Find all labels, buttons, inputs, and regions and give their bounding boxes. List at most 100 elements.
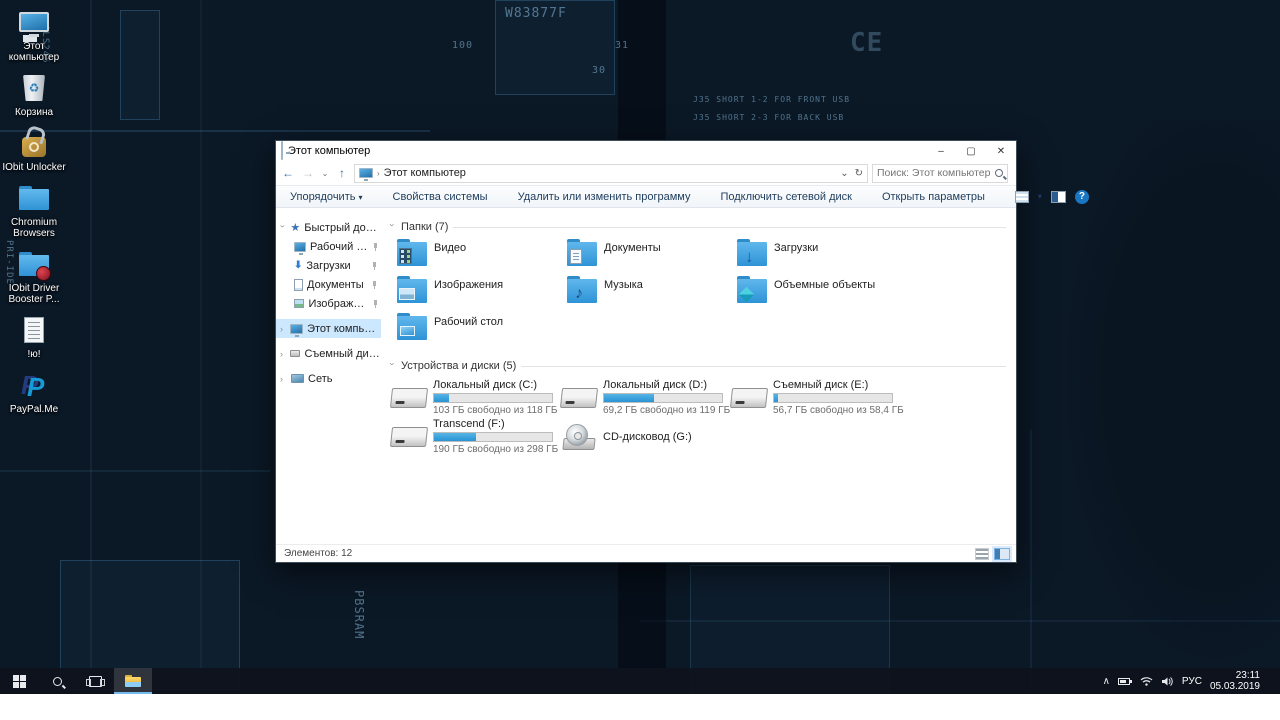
desktop-icon-label: !ю! [27,349,40,360]
group-collapse-chevron-icon[interactable]: › [388,363,398,370]
sidebar-item-pictures[interactable]: Изображения [276,294,381,313]
sidebar-item-documents[interactable]: Документы [276,275,381,294]
folder-tile-3d-objects[interactable]: Объемные объекты [729,276,899,313]
desktop: W83877F CE J35 SHORT 1-2 FOR FRONT USB J… [0,0,1280,694]
recent-locations-chevron[interactable]: ⌄ [320,169,330,178]
desktop-icon-label: IObit Unlocker [2,162,65,173]
expand-chevron-icon[interactable]: › [278,224,288,230]
search-box[interactable] [872,164,1008,183]
help-icon[interactable]: ? [1075,190,1089,204]
close-button[interactable]: ✕ [986,141,1016,161]
desktop-icon-driver-booster[interactable]: IObit Driver Booster P... [2,248,66,305]
wallpaper-num-30: 30 [592,65,606,76]
wallpaper-usb-text-2: J35 SHORT 2-3 FOR BACK USB [693,113,844,122]
drive-tile-f[interactable]: Transcend (F:) 190 ГБ свободно из 298 ГБ [389,417,559,456]
computer-icon [17,6,51,38]
hard-drive-icon [390,388,428,408]
volume-icon[interactable] [1161,676,1174,687]
this-pc-icon [290,324,303,334]
taskbar-clock[interactable]: 23:11 05.03.2019 [1210,670,1264,692]
title-bar[interactable]: Этот компьютер – ▢ ✕ [276,141,1016,161]
wallpaper-usb-text-1: J35 SHORT 1-2 FOR FRONT USB [693,95,850,104]
sidebar-item-network[interactable]: › Сеть [276,369,381,388]
details-view-icon[interactable] [975,548,989,560]
desktop-icon-recycle-bin[interactable]: ♻ Корзина [2,72,66,118]
folder-tile-music[interactable]: ♪ Музыка [559,276,729,313]
up-button[interactable]: ↑ [334,166,350,180]
desktop-icon-label: IObit Driver Booster P... [2,283,66,305]
drive-tile-d[interactable]: Локальный диск (D:) 69,2 ГБ свободно из … [559,378,729,417]
search-icon[interactable] [995,169,1003,177]
group-collapse-chevron-icon[interactable]: › [388,224,398,231]
change-view-icon[interactable] [1015,191,1029,203]
back-button[interactable]: ← [280,166,296,180]
folders-group-header[interactable]: › Папки (7) [389,218,1016,236]
desktop-icon-this-pc[interactable]: Этот компьютер [2,6,66,63]
drive-tile-c[interactable]: Локальный диск (C:) 103 ГБ свободно из 1… [389,378,559,417]
taskbar-explorer-button[interactable] [114,668,152,694]
map-network-drive-button[interactable]: Подключить сетевой диск [720,191,851,203]
open-settings-button[interactable]: Открыть параметры [882,191,985,203]
desktop-icon-iobit-unlocker[interactable]: IObit Unlocker [2,127,66,173]
task-view-button[interactable] [76,668,114,694]
refresh-icon[interactable]: ↻ [855,168,863,179]
desktop-folder-icon [397,313,427,340]
folder-tile-desktop[interactable]: Рабочий стол [389,313,559,350]
address-dropdown-chevron[interactable]: ⌄ [840,168,848,179]
taskbar-search-button[interactable] [38,668,76,694]
sidebar-item-removable-disk[interactable]: › Съемный диск (E:) [276,344,381,363]
maximize-button[interactable]: ▢ [956,141,986,161]
preview-pane-icon[interactable] [1051,191,1066,203]
status-bar: Элементов: 12 [276,544,1016,562]
folder-tile-pictures[interactable]: Изображения [389,276,559,313]
battery-icon[interactable] [1118,676,1132,686]
system-properties-button[interactable]: Свойства системы [393,191,488,203]
start-button[interactable] [0,668,38,694]
video-folder-icon [397,239,427,266]
forward-button[interactable]: → [300,166,316,180]
folder-tile-downloads[interactable]: ↓ Загрузки [729,239,899,276]
minimize-button[interactable]: – [926,141,956,161]
wallpaper-num-31: 31 [615,40,629,51]
devices-group-header[interactable]: › Устройства и диски (5) [389,357,1016,375]
hidden-icons-chevron[interactable]: ∧ [1103,676,1110,687]
uninstall-program-button[interactable]: Удалить или изменить программу [518,191,691,203]
sidebar-item-this-pc[interactable]: › Этот компьютер [276,319,381,338]
removable-drive-icon [730,388,768,408]
wifi-icon[interactable] [1140,676,1153,686]
pictures-icon [294,299,304,308]
desktop-icon-list: Этот компьютер ♻ Корзина IObit Unlocker … [2,6,66,415]
desktop-icon-paypal-me[interactable]: PP PayPal.Me [2,369,66,415]
sidebar-item-quick-access[interactable]: › ★ Быстрый доступ [276,218,381,237]
task-view-icon [89,676,102,687]
desktop-icon-chromium-browsers[interactable]: Chromium Browsers [2,182,66,239]
folder-tile-video[interactable]: Видео [389,239,559,276]
folder-tile-documents[interactable]: Документы [559,239,729,276]
collapse-chevron-icon[interactable]: › [280,324,286,334]
search-input[interactable] [877,167,995,179]
drive-tile-g[interactable]: CD-дисковод (G:) [559,417,729,456]
collapse-chevron-icon[interactable]: › [280,374,287,384]
address-field[interactable]: › Этот компьютер ⌄ ↻ [354,164,868,183]
sidebar-item-downloads[interactable]: ⬇ Загрузки [276,256,381,275]
change-view-chevron[interactable]: ▾ [1038,192,1042,201]
navigation-pane: › ★ Быстрый доступ Рабочий стол ⬇ Загруз… [276,208,381,544]
wallpaper-chip-label: W83877F [505,6,567,21]
pin-icon [371,243,378,251]
organize-menu[interactable]: Упорядочить ▾ [290,191,363,203]
items-count: Элементов: 12 [284,548,352,559]
collapse-chevron-icon[interactable]: › [280,349,286,359]
desktop-icon-text-file[interactable]: !ю! [2,314,66,360]
breadcrumb-path[interactable]: Этот компьютер [384,167,466,179]
sidebar-item-desktop[interactable]: Рабочий стол [276,237,381,256]
cube-folder-icon [737,276,767,303]
cd-drive-icon [561,424,597,450]
folders-grid: Видео Документы ↓ Загрузки Изображения [389,239,1016,350]
desktop-icon-label: Chromium Browsers [2,217,66,239]
text-file-icon [17,314,51,346]
file-explorer-icon [125,675,141,687]
wallpaper-pbsram-label: PBSRAM [352,590,366,639]
large-icons-view-icon[interactable] [994,548,1010,560]
drive-tile-e[interactable]: Съемный диск (E:) 56,7 ГБ свободно из 58… [729,378,899,417]
language-indicator[interactable]: РУС [1182,676,1202,687]
